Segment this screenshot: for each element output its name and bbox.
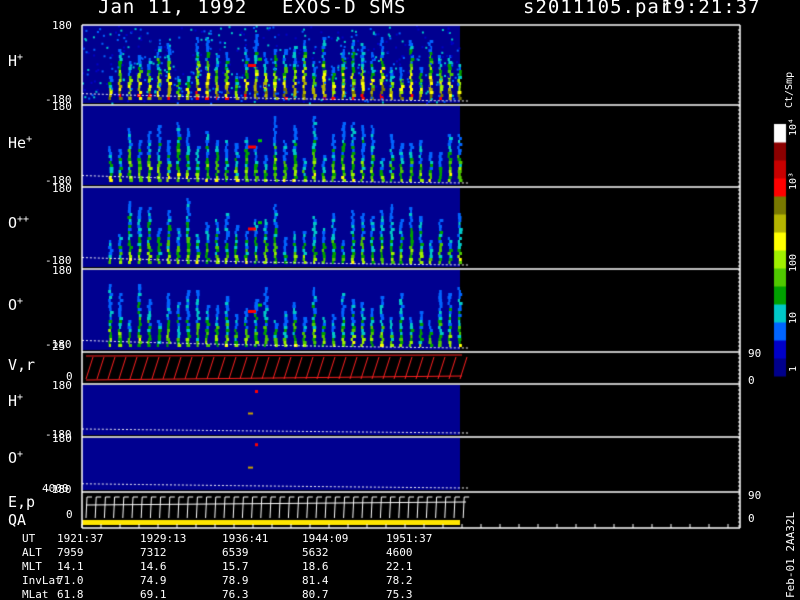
ut-cell-0-3: 1944:09 — [302, 532, 349, 545]
panel-label-0: H+ — [8, 52, 24, 70]
ut-row-label-3: InvLat — [22, 574, 62, 587]
panel-label-8: QA — [8, 511, 27, 529]
title-date: Jan 11, 1992 — [98, 0, 248, 18]
ut-cell-4-1: 69.1 — [140, 588, 167, 600]
panel-tick-top-4: 25 — [52, 340, 66, 353]
panel-label-sup-5: + — [17, 392, 24, 403]
ut-cell-2-1: 14.6 — [140, 560, 167, 573]
panel-label-5: H+ — [8, 392, 24, 410]
panel-label-sup-1: + — [26, 134, 33, 145]
panel-label-sup-6: + — [17, 449, 24, 460]
ut-cell-2-0: 14.1 — [57, 560, 84, 573]
ut-cell-0-2: 1936:41 — [222, 532, 269, 545]
ut-cell-1-3: 5632 — [302, 546, 329, 559]
ut-cell-4-4: 75.3 — [386, 588, 413, 600]
ut-row-label-1: ALT — [22, 546, 42, 559]
ut-row-label-4: MLat — [22, 588, 49, 600]
ut-cell-1-2: 6539 — [222, 546, 249, 559]
ut-cell-0-4: 1951:37 — [386, 532, 433, 545]
ut-cell-2-2: 15.7 — [222, 560, 249, 573]
panel-label-7: E,p — [8, 493, 36, 511]
panel-right-tick-bottom-7: 0 — [748, 512, 755, 525]
ut-cell-0-1: 1929:13 — [140, 532, 187, 545]
ut-row-label-2: MLT — [22, 560, 42, 573]
panel-label-sup-0: + — [17, 52, 24, 63]
footer-vertical: Feb-01 2AA32L — [784, 511, 797, 598]
panel-label-2: O++ — [8, 214, 30, 232]
panel-label-sup-2: ++ — [17, 214, 30, 225]
title-instrument: EXOS-D SMS — [282, 0, 407, 18]
panel-tick-top-7: 4000 — [42, 482, 69, 495]
colorbar-unit: Ct/Smp — [784, 71, 795, 108]
panel-tick-top-0: 180 — [52, 19, 72, 32]
panel-right-tick-top-7: 90 — [748, 489, 762, 502]
colorbar-tick-2: 100 — [788, 253, 799, 272]
panel-label-sup-3: + — [17, 296, 24, 307]
panel-tick-top-3: 180 — [52, 264, 72, 277]
ut-cell-3-3: 81.4 — [302, 574, 329, 587]
ut-cell-4-0: 61.8 — [57, 588, 84, 600]
ut-row-label-0: UT — [22, 532, 36, 545]
ut-cell-1-1: 7312 — [140, 546, 167, 559]
panel-label-6: O+ — [8, 449, 24, 467]
ut-cell-4-3: 80.7 — [302, 588, 329, 600]
panel-right-tick-bottom-4: 0 — [748, 374, 755, 387]
panel-label-3: O+ — [8, 296, 24, 314]
sms-plot-window: Jan 11, 1992 EXOS-D SMS s2011105.par 19:… — [0, 0, 800, 600]
panel-right-tick-top-4: 90 — [748, 347, 762, 360]
colorbar-tick-4: 10⁴ — [788, 117, 799, 136]
ut-cell-1-0: 7959 — [57, 546, 84, 559]
panel-tick-top-5: 180 — [52, 379, 72, 392]
panel-tick-bottom-7: 0 — [66, 508, 73, 521]
ut-cell-3-1: 74.9 — [140, 574, 167, 587]
ut-cell-2-4: 22.1 — [386, 560, 413, 573]
ut-cell-1-4: 4600 — [386, 546, 413, 559]
ut-cell-3-2: 78.9 — [222, 574, 249, 587]
spectrogram-canvas — [0, 0, 800, 600]
colorbar-tick-1: 10 — [788, 311, 799, 324]
colorbar-tick-3: 10³ — [788, 171, 799, 190]
panel-tick-top-1: 180 — [52, 100, 72, 113]
panel-tick-top-2: 180 — [52, 182, 72, 195]
ut-cell-3-4: 78.2 — [386, 574, 413, 587]
ut-cell-0-0: 1921:37 — [57, 532, 104, 545]
panel-label-1: He+ — [8, 134, 33, 152]
colorbar-tick-0: 1 — [788, 365, 799, 372]
title-time: 19:21:37 — [661, 0, 761, 18]
title-file: s2011105.par — [523, 0, 673, 18]
panel-label-4: V,r — [8, 356, 36, 374]
ut-cell-3-0: 71.0 — [57, 574, 84, 587]
ut-cell-2-3: 18.6 — [302, 560, 329, 573]
panel-tick-top-6: 180 — [52, 432, 72, 445]
ut-cell-4-2: 76.3 — [222, 588, 249, 600]
